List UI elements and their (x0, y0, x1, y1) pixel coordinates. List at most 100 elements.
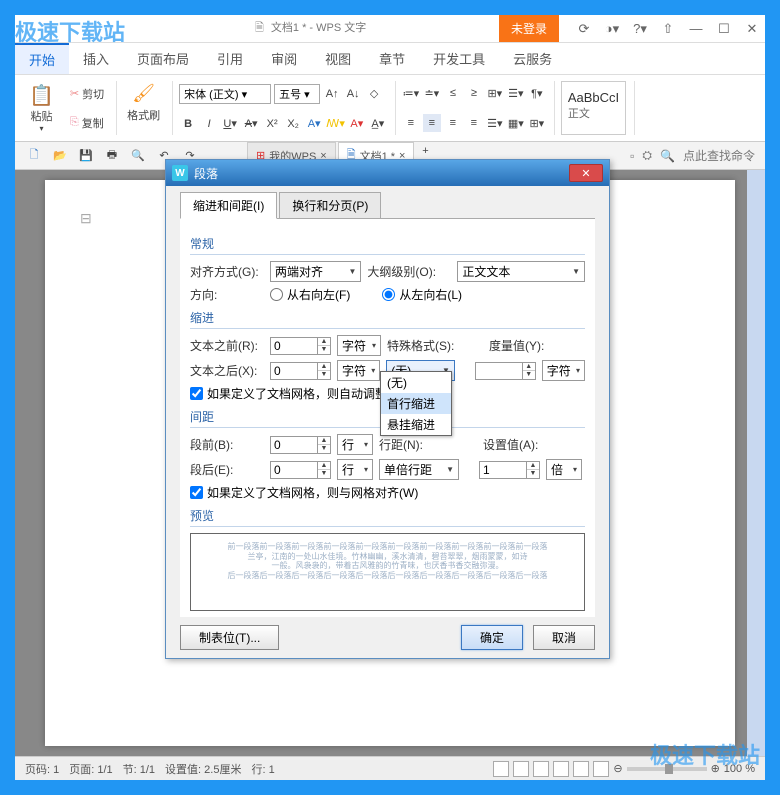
style-gallery[interactable]: AaBbCcI 正文 (561, 81, 626, 135)
outline-select[interactable]: 正文文本▼ (457, 261, 585, 282)
view-mode-icons[interactable] (493, 761, 609, 777)
indent-right-button[interactable]: ≥ (465, 84, 483, 102)
line-spacing-select[interactable]: 单倍行距▼ (379, 459, 459, 480)
upload-icon[interactable]: ⇧ (655, 18, 681, 40)
tab-line-page-breaks[interactable]: 换行和分页(P) (279, 192, 381, 219)
subscript-button[interactable]: X₂ (284, 115, 302, 133)
indent-before-unit[interactable]: 字符▾ (337, 335, 381, 356)
ok-button[interactable]: 确定 (461, 625, 523, 650)
app-icon[interactable]: ▫ (630, 149, 634, 163)
close-icon[interactable]: ✕ (739, 18, 765, 40)
help-icon[interactable]: ?▾ (627, 18, 653, 40)
status-pages[interactable]: 页面: 1/1 (69, 761, 112, 777)
char-border-button[interactable]: A̲▾ (369, 115, 387, 133)
align-justify-button[interactable]: ≡ (465, 114, 483, 132)
open-doc-icon[interactable]: 📂 (51, 147, 69, 165)
status-section[interactable]: 节: 1/1 (123, 761, 155, 777)
font-name-select[interactable]: 宋体 (正文) ▾ (179, 84, 271, 104)
space-after-unit[interactable]: 行▾ (337, 459, 373, 480)
show-hide-button[interactable]: ¶▾ (528, 84, 546, 102)
menu-review[interactable]: 审阅 (257, 43, 311, 74)
decrease-font-icon[interactable]: A↓ (344, 85, 362, 103)
bold-button[interactable]: B (179, 115, 197, 133)
clear-format-icon[interactable]: ◇ (365, 85, 383, 103)
dropdown-icon[interactable]: ◑▾ (599, 18, 625, 40)
zoom-out-icon[interactable]: ⊖ (613, 762, 622, 775)
maximize-icon[interactable]: ☐ (711, 18, 737, 40)
new-tab-icon[interactable]: + (416, 142, 434, 160)
view-web-icon[interactable] (593, 761, 609, 777)
view-read-icon[interactable] (513, 761, 529, 777)
font-color-button[interactable]: A▾ (348, 115, 366, 133)
text-effect-button[interactable]: A▾ (305, 115, 323, 133)
dialog-titlebar[interactable]: W 段落 ✕ (166, 160, 609, 186)
dropdown-option-first-line[interactable]: 首行缩进 (381, 393, 451, 414)
borders-button[interactable]: ⊞▾ (528, 114, 546, 132)
dialog-close-button[interactable]: ✕ (569, 164, 603, 182)
space-before-spinner[interactable]: ▲▼ (270, 436, 331, 454)
copy-button[interactable]: ⎘复制 (66, 110, 108, 135)
space-before-unit[interactable]: 行▾ (337, 434, 373, 455)
set-value-unit[interactable]: 倍▾ (546, 459, 582, 480)
status-line[interactable]: 行: 1 (251, 761, 274, 777)
tab-indent-spacing[interactable]: 缩进和间距(I) (180, 192, 277, 219)
save-icon[interactable]: 💾 (77, 147, 95, 165)
print-preview-icon[interactable]: 🔍 (129, 147, 147, 165)
auto-adjust-checkbox[interactable]: 如果定义了文档网格，则自动调整 (190, 385, 387, 402)
indent-before-spinner[interactable]: ▲▼ (270, 337, 331, 355)
minimize-icon[interactable]: — (683, 18, 709, 40)
highlight-button[interactable]: ꟿ▾ (326, 115, 345, 133)
bullets-button[interactable]: ≔▾ (402, 84, 420, 102)
settings-icon[interactable]: ⛭ (642, 148, 652, 163)
login-button[interactable]: 未登录 (499, 15, 559, 42)
sort-button[interactable]: ☰▾ (507, 84, 525, 102)
status-position[interactable]: 设置值: 2.5厘米 (165, 761, 241, 777)
new-doc-icon[interactable]: 🗋 (25, 147, 43, 165)
superscript-button[interactable]: X² (263, 115, 281, 133)
tabstops-button[interactable]: 制表位(T)... (180, 625, 279, 650)
grid-align-checkbox[interactable]: 如果定义了文档网格，则与网格对齐(W) (190, 484, 418, 501)
dropdown-option-none[interactable]: (无) (381, 372, 451, 393)
alignment-select[interactable]: 两端对齐▼ (270, 261, 361, 282)
menu-chapter[interactable]: 章节 (365, 43, 419, 74)
toggle-marks-button[interactable]: ⊞▾ (486, 84, 504, 102)
measure-spinner[interactable]: ▲▼ (475, 362, 536, 380)
view-outline-icon[interactable] (573, 761, 589, 777)
paste-button[interactable]: 📋 粘贴 ▾ (23, 81, 60, 135)
direction-ltr-radio[interactable]: 从左向右(L) (382, 286, 462, 303)
line-spacing-button[interactable]: ☰▾ (486, 114, 504, 132)
space-after-spinner[interactable]: ▲▼ (270, 461, 331, 479)
italic-button[interactable]: I (200, 115, 218, 133)
menu-dev-tools[interactable]: 开发工具 (419, 43, 499, 74)
vertical-ruler[interactable] (747, 170, 765, 756)
align-center-button[interactable]: ≡ (423, 114, 441, 132)
align-right-button[interactable]: ≡ (444, 114, 462, 132)
align-left-button[interactable]: ≡ (402, 114, 420, 132)
view-full-icon[interactable] (493, 761, 509, 777)
strikethrough-button[interactable]: A▾ (242, 115, 260, 133)
direction-rtl-radio[interactable]: 从右向左(F) (270, 286, 350, 303)
sync-icon[interactable]: ⟳ (571, 18, 597, 40)
menu-view[interactable]: 视图 (311, 43, 365, 74)
format-painter-button[interactable]: 🖌格式刷 (123, 81, 164, 135)
indent-after-spinner[interactable]: ▲▼ (270, 362, 331, 380)
print-icon[interactable]: 🖶 (103, 147, 121, 165)
view-print-icon[interactable] (553, 761, 569, 777)
status-page[interactable]: 页码: 1 (25, 761, 59, 777)
menu-cloud[interactable]: 云服务 (499, 43, 566, 74)
dropdown-option-hanging[interactable]: 悬挂缩进 (381, 414, 451, 435)
menu-insert[interactable]: 插入 (69, 43, 123, 74)
underline-button[interactable]: U▾ (221, 115, 239, 133)
numbering-button[interactable]: ≐▾ (423, 84, 441, 102)
menu-references[interactable]: 引用 (203, 43, 257, 74)
font-size-select[interactable]: 五号 ▾ (274, 84, 320, 104)
cut-button[interactable]: ✂剪切 (66, 81, 108, 106)
shading-button[interactable]: ▦▾ (507, 114, 525, 132)
indent-left-button[interactable]: ≤ (444, 84, 462, 102)
menu-start[interactable]: 开始 (15, 43, 69, 74)
menu-page-layout[interactable]: 页面布局 (123, 43, 203, 74)
increase-font-icon[interactable]: A↑ (323, 85, 341, 103)
indent-after-unit[interactable]: 字符▾ (337, 360, 380, 381)
search-hint[interactable]: 点此查找命令 (683, 147, 755, 164)
cancel-button[interactable]: 取消 (533, 625, 595, 650)
